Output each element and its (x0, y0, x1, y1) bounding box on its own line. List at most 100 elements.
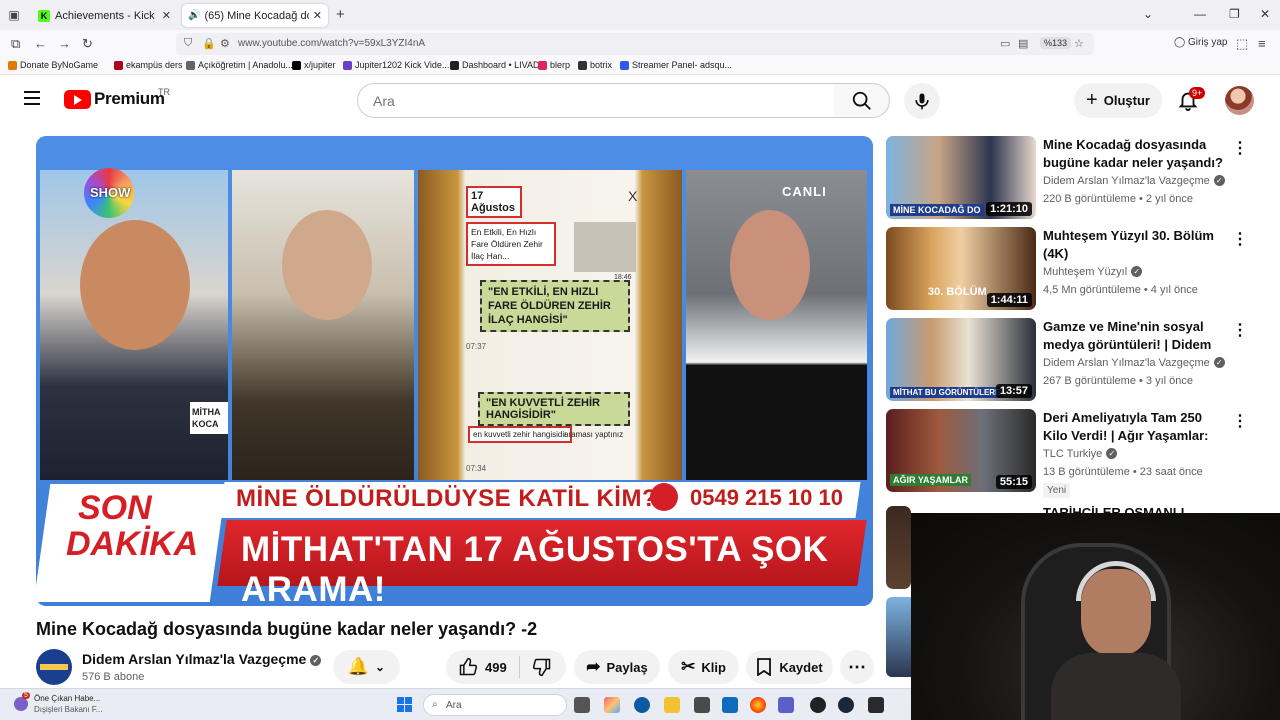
guest-face (80, 220, 190, 350)
save-button[interactable]: Kaydet (746, 650, 833, 684)
bookmark-star-icon[interactable]: ☆ (1074, 37, 1084, 50)
more-vertical-icon[interactable]: ⋮ (1232, 320, 1248, 340)
bookmark-item[interactable]: blerp (538, 60, 570, 70)
back-icon[interactable]: ← (34, 36, 47, 52)
guide-menu-icon[interactable] (24, 91, 40, 105)
firefox-icon[interactable] (750, 697, 766, 713)
recommendation-thumbnail[interactable]: MİNE KOCADAĞ DO 1:21:10 (886, 136, 1036, 219)
close-tab-icon[interactable]: ✕ (162, 9, 171, 22)
minimize-button[interactable]: — (1194, 7, 1206, 21)
bookmark-item[interactable]: x/jupiter (292, 60, 336, 70)
restore-button[interactable]: ❐ (1229, 7, 1240, 21)
voice-search-button[interactable] (904, 83, 940, 119)
task-view-icon[interactable] (574, 697, 590, 713)
recommendation-channel[interactable]: Muhteşem Yüzyıl ✓ (1043, 266, 1143, 278)
extensions-icon[interactable]: ⬚ (1236, 36, 1248, 52)
copilot-icon[interactable] (604, 697, 620, 713)
shield-icon[interactable]: ⛉ (184, 37, 192, 50)
edge-icon[interactable] (634, 697, 650, 713)
close-window-button[interactable]: ✕ (1260, 7, 1270, 21)
recommendation-item[interactable]: MİNE KOCADAĞ DO 1:21:10 Mine Kocadağ dos… (886, 136, 1248, 222)
steam-icon[interactable] (838, 697, 854, 713)
notification-settings-button[interactable]: 🔔 ⌄ (333, 650, 400, 684)
more-horizontal-icon: ⋯ (848, 656, 866, 677)
tab-list-icon[interactable]: ▣ (6, 7, 22, 23)
reload-icon[interactable]: ↻ (82, 36, 93, 52)
windows-taskbar: 5 Öne Çıkan Habe... Dışişleri Bakanı F..… (0, 688, 911, 720)
bookmark-label: ekampüs ders (126, 60, 183, 70)
recommendation-channel[interactable]: Didem Arslan Yılmaz'la Vazgeçme ✓ (1043, 175, 1225, 187)
streamer-webcam-overlay (911, 513, 1280, 720)
bookmark-item[interactable]: botrix (578, 60, 612, 70)
search-button[interactable] (834, 83, 890, 118)
taskbar-search[interactable]: ⌕ Ara (423, 694, 567, 716)
obs-icon[interactable] (810, 697, 826, 713)
create-button[interactable]: + Oluştur (1074, 83, 1162, 118)
reader-icon[interactable]: ▤ (1018, 37, 1028, 50)
new-tab-button[interactable]: + (336, 6, 345, 23)
url-bar[interactable]: ⛉ 🔒 ⚙ www.youtube.com/watch?v=59xL3YZI4n… (176, 33, 1094, 55)
windows-start-icon[interactable] (397, 697, 413, 713)
recommendation-thumbnail[interactable]: 30. BÖLÜM 1:44:11 (886, 227, 1036, 310)
news-widget-icon[interactable] (14, 697, 28, 711)
bookmark-item[interactable]: Açıköğretim | Anadolu... (186, 60, 293, 70)
user-avatar[interactable] (1225, 86, 1254, 115)
browser-nav-bar: ⧉ ← → ↻ ⛉ 🔒 ⚙ www.youtube.com/watch?v=59… (0, 30, 1280, 58)
store-icon[interactable] (694, 697, 710, 713)
more-vertical-icon[interactable]: ⋮ (1232, 411, 1248, 431)
recommendation-thumbnail[interactable]: AĞIR YAŞAMLAR 55:15 (886, 409, 1036, 492)
recommendation-thumbnail[interactable] (886, 506, 911, 589)
recommendation-title[interactable]: Gamze ve Mine'nin sosyal medya görüntüle… (1043, 318, 1223, 354)
recommendation-channel[interactable]: Didem Arslan Yılmaz'la Vazgeçme ✓ (1043, 357, 1225, 369)
sidebar-toggle-icon[interactable]: ⧉ (11, 36, 20, 52)
recommendation-item[interactable]: 30. BÖLÜM 1:44:11 Muhteşem Yüzyıl 30. Bö… (886, 227, 1248, 313)
screenshot-icon[interactable]: ▭ (1000, 37, 1010, 50)
recommendation-item[interactable]: MİTHAT BU GÖRÜNTÜLERE 13:57 Gamze ve Min… (886, 318, 1248, 404)
recommendation-thumbnail[interactable] (886, 597, 911, 677)
notes-panel: 17 Ağustos En Etkili, En Hızlı Fare Öldü… (418, 170, 682, 480)
file-explorer-icon[interactable] (664, 697, 680, 713)
share-button[interactable]: ➦ Paylaş (574, 650, 660, 684)
bookmark-item[interactable]: Dashboard • LIVAD (450, 60, 540, 70)
teams-icon[interactable] (778, 697, 794, 713)
news-widget[interactable]: Öne Çıkan Habe... Dışişleri Bakanı F... (34, 693, 102, 715)
like-button[interactable]: 499 (458, 657, 507, 677)
forward-icon[interactable]: → (58, 36, 71, 52)
video-player[interactable]: MİTHA KOCA 17 Ağustos En Etkili, En Hızl… (36, 136, 873, 606)
search-input[interactable]: Ara (357, 83, 835, 118)
more-actions-button[interactable]: ⋯ (840, 650, 874, 684)
speaker-icon[interactable]: 🔊 (188, 10, 200, 21)
sign-in-button[interactable]: ◯ Giriş yap (1174, 37, 1227, 48)
lower-third-banner: SON DAKİKA MİNE ÖLDÜRÜLDÜYSE KATİL KİM? 0… (36, 476, 873, 606)
scissors-icon: ✂ (681, 657, 696, 676)
tab-kick-dashboard[interactable]: K Achievements - Kick Dashboard ✕ (32, 4, 177, 27)
recommendation-title[interactable]: Deri Ameliyatıyla Tam 250 Kilo Verdi! | … (1043, 409, 1223, 445)
bookmark-item[interactable]: Donate ByNoGame (8, 60, 98, 70)
menu-icon[interactable]: ≡ (1258, 36, 1266, 52)
tab-youtube-video[interactable]: 🔊 (65) Mine Kocadağ dosyası ✕ (182, 4, 328, 27)
url-text[interactable]: www.youtube.com/watch?v=59xL3YZI4nA (238, 38, 425, 49)
recommendation-title[interactable]: Mine Kocadağ dosyasında bugüne kadar nel… (1043, 136, 1223, 172)
channel-avatar[interactable] (36, 649, 72, 685)
bookmark-item[interactable]: ekampüs ders (114, 60, 183, 70)
clip-button[interactable]: ✂ Klip (668, 650, 739, 684)
outlook-icon[interactable] (722, 697, 738, 713)
more-vertical-icon[interactable]: ⋮ (1232, 138, 1248, 158)
recommendation-item[interactable]: AĞIR YAŞAMLAR 55:15 Deri Ameliyatıyla Ta… (886, 409, 1248, 501)
lock-icon[interactable]: 🔒 (202, 37, 216, 50)
recommendation-title[interactable]: Muhteşem Yüzyıl 30. Bölüm (4K) (1043, 227, 1223, 263)
youtube-premium-logo[interactable]: Premium (64, 89, 165, 109)
more-vertical-icon[interactable]: ⋮ (1232, 229, 1248, 249)
recommendation-channel[interactable]: TLC Turkiye ✓ (1043, 448, 1118, 460)
tab-overflow-icon[interactable]: ⌄ (1143, 7, 1153, 21)
bookmark-item[interactable]: Streamer Panel- adsqu... (620, 60, 732, 70)
close-tab-icon[interactable]: ✕ (313, 9, 322, 22)
zoom-level[interactable]: %133 (1040, 37, 1072, 49)
recommendation-thumbnail[interactable]: MİTHAT BU GÖRÜNTÜLERE 13:57 (886, 318, 1036, 401)
epic-games-icon[interactable] (868, 697, 884, 713)
channel-name[interactable]: Didem Arslan Yılmaz'la Vazgeçme ✓ (82, 651, 322, 667)
streamer-body (1051, 653, 1181, 720)
thumbs-down-icon[interactable] (532, 657, 552, 677)
permissions-icon[interactable]: ⚙ (220, 37, 230, 50)
bookmark-item[interactable]: Jupiter1202 Kick Vide... (343, 60, 449, 70)
